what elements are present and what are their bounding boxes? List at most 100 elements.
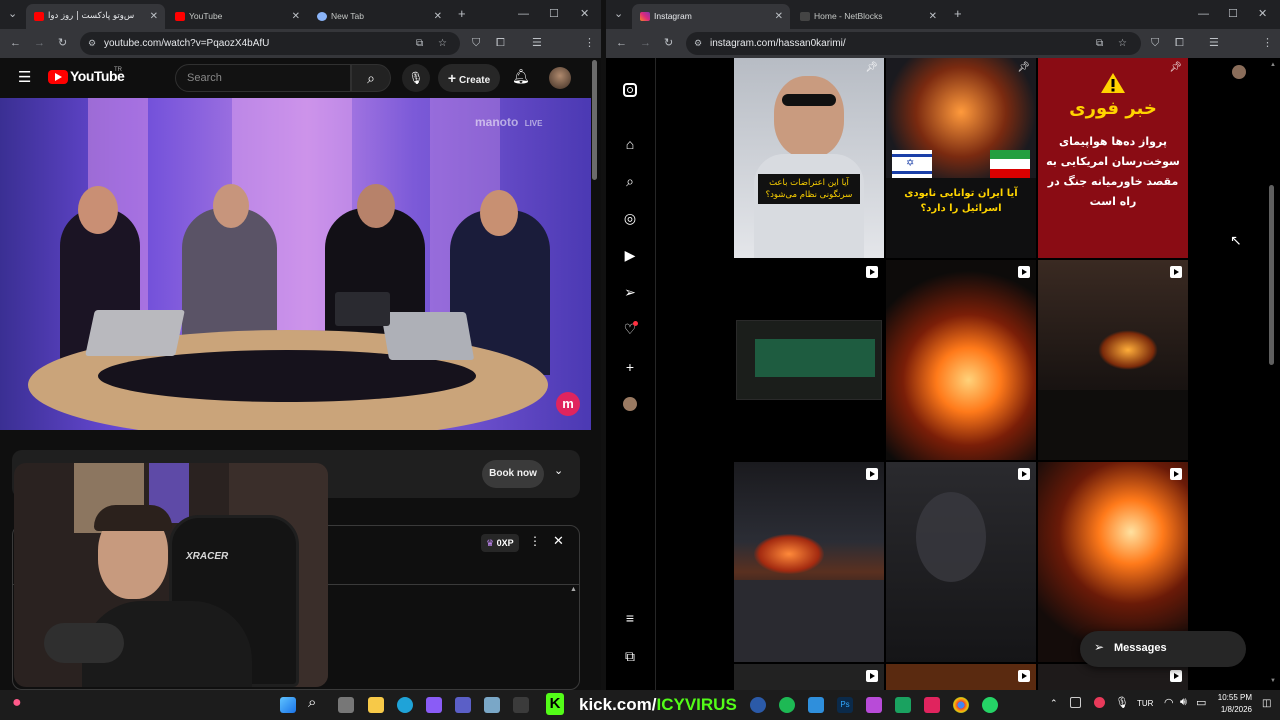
close-tab-icon[interactable]: ✕ (292, 4, 300, 29)
reel-thumbnail[interactable] (886, 462, 1036, 662)
reel-thumbnail[interactable] (734, 462, 884, 662)
microphone-tray-icon[interactable]: 🎙 (1115, 696, 1129, 709)
tab-search-icon[interactable]: ⌄ (614, 6, 623, 22)
tab-manoto-podcast[interactable]: س‌وتو پادکست | روز دوا ✕ (26, 4, 165, 29)
address-bar[interactable]: ⚙ instagram.com/hassan0karimi/ ⧉ ☆ (686, 32, 1141, 55)
close-chat-icon[interactable]: ✕ (553, 533, 564, 549)
browser-menu-icon[interactable]: ⋮ (1262, 36, 1273, 51)
post-thumbnail[interactable]: ✡ آیا ایران توانایی نابودی اسرائیل را دا… (886, 58, 1036, 258)
book-now-button[interactable]: Book now (482, 460, 544, 488)
app-icon[interactable] (484, 697, 500, 713)
tab-instagram[interactable]: Instagram ✕ (632, 4, 790, 29)
new-tab-icon[interactable]: + (954, 6, 962, 22)
battery-icon[interactable]: ▭ (1196, 696, 1206, 709)
extensions-puzzle-icon[interactable]: ⧠ (496, 36, 505, 51)
tab-new-tab[interactable]: New Tab ✕ (309, 4, 449, 29)
shield-extension-icon[interactable]: ⛉ (1151, 36, 1159, 51)
page-scrollbar[interactable] (592, 60, 597, 180)
notifications-heart-icon[interactable]: ♡ (620, 319, 640, 339)
edge-icon[interactable] (397, 697, 413, 713)
forward-icon[interactable]: → (640, 36, 651, 51)
maximize-icon[interactable]: ☐ (1228, 6, 1238, 22)
input-language[interactable]: TUR (1137, 699, 1153, 708)
create-plus-icon[interactable]: + (620, 357, 640, 377)
shield-extension-icon[interactable]: ⛉ (472, 36, 480, 51)
wifi-icon[interactable]: ◠ (1164, 696, 1174, 709)
page-scrollbar[interactable] (1269, 185, 1274, 365)
teams-icon[interactable] (455, 697, 471, 713)
app-icon[interactable] (866, 697, 882, 713)
reel-thumbnail[interactable] (1038, 260, 1188, 460)
new-tab-icon[interactable]: + (458, 6, 466, 22)
youtube-logo-icon[interactable] (48, 70, 68, 84)
instagram-logo-icon[interactable] (620, 80, 640, 100)
clock-time[interactable]: 10:55 PM (1216, 693, 1252, 702)
app-icon[interactable] (513, 697, 529, 713)
copilot-icon[interactable] (426, 697, 442, 713)
chat-more-icon[interactable]: ⋮ (529, 534, 541, 548)
maximize-icon[interactable]: ☐ (549, 6, 559, 22)
photoshop-icon[interactable]: Ps (837, 697, 853, 713)
show-hidden-icons-chevron[interactable]: ⌃ (1050, 698, 1058, 709)
reel-thumbnail[interactable] (886, 664, 1036, 690)
search-button[interactable]: ⌕ (351, 64, 391, 92)
back-icon[interactable]: ← (10, 36, 21, 51)
install-app-icon[interactable]: ⧉ (416, 32, 423, 55)
site-info-icon[interactable]: ⚙ (694, 32, 702, 55)
close-window-icon[interactable]: ✕ (580, 6, 589, 22)
scroll-down-icon[interactable]: ▼ (1270, 678, 1276, 684)
notifications-bell-icon[interactable]: 🔔︎ (512, 68, 530, 85)
media-controls-icon[interactable]: ☰ (1209, 36, 1219, 51)
bookmark-star-icon[interactable]: ☆ (1118, 32, 1127, 55)
direct-messages-icon[interactable]: ➢ (620, 282, 640, 302)
whatsapp-icon[interactable] (982, 697, 998, 713)
video-player[interactable]: manoto LIVE m (0, 98, 591, 430)
file-explorer-icon[interactable] (368, 697, 384, 713)
minimize-icon[interactable]: — (1198, 6, 1209, 22)
create-button[interactable]: + Create (438, 64, 500, 92)
post-thumbnail[interactable]: خبر فوری پرواز ده‌ها هواپیمای سوخت‌رسان … (1038, 58, 1188, 258)
profile-avatar-icon[interactable] (620, 394, 640, 414)
threads-icon[interactable]: ⧉ (620, 646, 640, 666)
close-window-icon[interactable]: ✕ (1258, 6, 1267, 22)
user-avatar[interactable] (549, 67, 571, 89)
reel-thumbnail[interactable] (886, 260, 1036, 460)
search-icon[interactable]: ⌕ (308, 694, 316, 711)
back-icon[interactable]: ← (616, 36, 627, 51)
reels-icon[interactable]: ▶ (620, 245, 640, 265)
reel-thumbnail[interactable] (1038, 664, 1188, 690)
site-info-icon[interactable]: ⚙ (88, 32, 96, 55)
post-thumbnail[interactable]: آیا این اعتراضات باعث سرنگونی نظام می‌شو… (734, 58, 884, 258)
clock-date[interactable]: 1/8/2026 (1216, 705, 1252, 714)
reload-icon[interactable]: ↻ (664, 36, 673, 51)
tray-icon[interactable] (1094, 697, 1105, 708)
reload-icon[interactable]: ↻ (58, 36, 67, 51)
search-icon[interactable]: ⌕ (620, 171, 640, 191)
volume-icon[interactable]: 🔊︎ (1180, 696, 1187, 709)
chrome-icon[interactable] (953, 697, 969, 713)
profile-avatar[interactable] (1232, 65, 1246, 79)
media-controls-icon[interactable]: ☰ (532, 36, 542, 51)
xp-badge[interactable]: ♛ 0XP (481, 534, 519, 552)
windows-start-icon[interactable] (280, 697, 296, 713)
close-tab-icon[interactable]: ✕ (775, 4, 783, 29)
hamburger-menu-icon[interactable]: ☰ (18, 70, 31, 85)
spotify-icon[interactable] (779, 697, 795, 713)
forward-icon[interactable]: → (34, 36, 45, 51)
chat-scroll-up-icon[interactable]: ▲ (570, 586, 577, 593)
tray-icon[interactable] (1070, 697, 1081, 708)
app-icon[interactable] (924, 697, 940, 713)
tab-search-icon[interactable]: ⌄ (8, 6, 17, 22)
home-icon[interactable]: ⌂ (620, 134, 640, 154)
explore-compass-icon[interactable]: ◎ (620, 208, 640, 228)
notifications-center-icon[interactable]: ◫ (1262, 698, 1271, 709)
tab-netblocks[interactable]: Home - NetBlocks ✕ (792, 4, 944, 29)
reel-thumbnail[interactable] (734, 260, 884, 460)
vscode-icon[interactable] (808, 697, 824, 713)
extensions-puzzle-icon[interactable]: ⧠ (1175, 36, 1184, 51)
messages-button[interactable]: ➢ Messages (1080, 631, 1246, 667)
close-tab-icon[interactable]: ✕ (150, 4, 158, 29)
minimize-icon[interactable]: — (518, 6, 529, 22)
reel-thumbnail[interactable] (734, 664, 884, 690)
notification-icon[interactable]: ● (12, 694, 22, 712)
